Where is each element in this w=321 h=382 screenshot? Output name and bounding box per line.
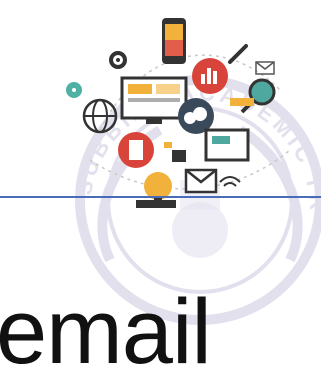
divider-line — [0, 196, 321, 198]
monitor-icon — [120, 76, 188, 124]
bar-chart-icon — [192, 58, 228, 94]
slide-heading: email — [0, 281, 212, 382]
chat-bubble-icon — [66, 82, 82, 98]
folder-icon — [164, 142, 186, 162]
mail-icon — [255, 61, 275, 75]
gear-icon — [109, 51, 127, 69]
slide: SUBBIAH ACADEMIC TRUST — [0, 0, 321, 382]
phone-icon — [162, 18, 186, 64]
tablet-icon — [204, 128, 250, 162]
wifi-icon — [219, 176, 241, 187]
document-icon — [118, 132, 154, 168]
yellow-bar-decoration — [230, 98, 254, 106]
magnifier-icon — [240, 78, 276, 114]
globe-icon — [82, 98, 118, 134]
keyboard-icon — [136, 200, 176, 208]
pen-icon — [228, 44, 248, 64]
technology-icon-cluster — [66, 18, 291, 208]
envelope-icon — [184, 168, 218, 194]
